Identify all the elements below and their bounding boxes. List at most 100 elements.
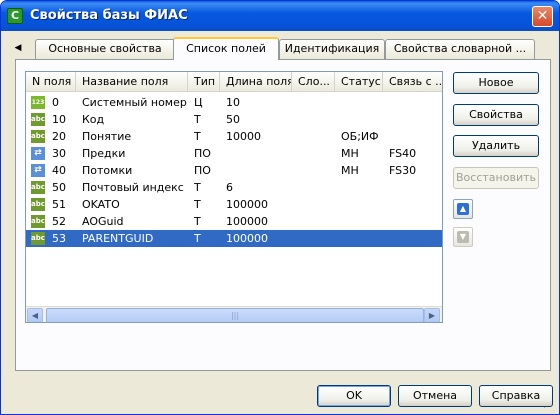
- table-row[interactable]: 123 0 Системный номер Ц 10: [26, 94, 442, 111]
- fields-list[interactable]: N поля Название поля Тип Длина поля Сло.…: [25, 71, 443, 323]
- column-header-slo[interactable]: Сло...: [292, 72, 335, 92]
- cell-status: МН: [341, 164, 359, 177]
- number-type-icon: 123: [31, 96, 45, 109]
- properties-button[interactable]: Свойства: [453, 104, 539, 126]
- cell-number: 20: [52, 130, 66, 143]
- cell-name: OKATO: [82, 198, 120, 211]
- cell-status: [341, 111, 383, 128]
- cell-link: [389, 128, 442, 145]
- cell-status: МН: [341, 147, 359, 160]
- cell-type: ПО: [194, 147, 211, 160]
- cell-name: Код: [82, 113, 105, 126]
- cell-status: [341, 230, 383, 247]
- cell-slo: [298, 145, 335, 162]
- cell-link: [389, 230, 442, 247]
- cell-name: AOGuid: [82, 215, 124, 228]
- cell-length: 100000: [226, 232, 268, 245]
- table-row[interactable]: ⇄ 30 Предки ПО МН FS40: [26, 145, 442, 162]
- cancel-button[interactable]: Отмена: [398, 385, 472, 407]
- tab-field-list[interactable]: Список полей: [173, 37, 279, 60]
- cell-name: Почтовый индекс: [82, 181, 184, 194]
- cell-name: Системный номер: [82, 96, 187, 109]
- column-header-link[interactable]: Связь с ...: [383, 72, 442, 92]
- cell-type: Т: [194, 181, 201, 194]
- cell-slo: [298, 230, 335, 247]
- table-row[interactable]: abc 20 Понятие Т 10000 ОБ;ИФ: [26, 128, 442, 145]
- restore-button: Восстановить: [453, 167, 539, 189]
- ok-button[interactable]: OK: [317, 385, 391, 407]
- column-header-type[interactable]: Тип: [188, 72, 220, 92]
- cell-length: 50: [226, 113, 240, 126]
- cell-name: PARENTGUID: [82, 232, 154, 245]
- cell-link: [389, 196, 442, 213]
- scroll-thumb[interactable]: |||: [46, 308, 424, 322]
- close-button[interactable]: ✕: [532, 6, 553, 27]
- column-header-status[interactable]: Статус: [335, 72, 383, 92]
- table-row[interactable]: ⇄ 40 Потомки ПО МН FS30: [26, 162, 442, 179]
- cell-status: [341, 179, 383, 196]
- text-type-icon: abc: [31, 130, 45, 143]
- cell-link: FS30: [389, 164, 417, 177]
- cell-type: Т: [194, 130, 201, 143]
- cell-name: Предки: [82, 147, 126, 160]
- cell-slo: [298, 162, 335, 179]
- cell-name: Понятие: [82, 130, 132, 143]
- cell-link: [389, 111, 442, 128]
- table-row[interactable]: abc 50 Почтовый индекс Т 6: [26, 179, 442, 196]
- arrow-up-icon: ▲: [457, 203, 469, 215]
- cell-type: Т: [194, 232, 201, 245]
- tab-dictionary-properties[interactable]: Свойства словарной ...: [385, 39, 535, 59]
- cell-slo: [298, 94, 335, 111]
- dialog-window: C Свойства базы ФИАС ✕ ◀ Основные свойст…: [0, 0, 560, 415]
- cell-slo: [298, 196, 335, 213]
- cell-slo: [298, 213, 335, 230]
- cell-link: [389, 94, 442, 111]
- cell-status: [341, 196, 383, 213]
- tab-main-properties[interactable]: Основные свойства: [35, 39, 175, 59]
- cell-number: 52: [52, 215, 66, 228]
- move-down-button: ▼: [453, 227, 473, 247]
- arrow-down-icon: ▼: [457, 231, 469, 243]
- cell-slo: [298, 179, 335, 196]
- horizontal-scrollbar[interactable]: ◀ ||| ▶: [26, 306, 442, 322]
- cell-number: 0: [52, 96, 59, 109]
- new-button[interactable]: Новое: [453, 72, 539, 94]
- table-row[interactable]: abc 51 OKATO Т 100000: [26, 196, 442, 213]
- title-bar[interactable]: C Свойства базы ФИАС ✕: [1, 1, 559, 31]
- table-row[interactable]: abc 52 AOGuid Т 100000: [26, 213, 442, 230]
- column-header-name[interactable]: Название поля: [76, 72, 188, 92]
- table-row[interactable]: abc 10 Код Т 50: [26, 111, 442, 128]
- scroll-left-icon[interactable]: ◀: [27, 308, 43, 322]
- cell-name: Потомки: [82, 164, 133, 177]
- move-up-button[interactable]: ▲: [453, 199, 473, 219]
- text-type-icon: abc: [31, 198, 45, 211]
- cell-number: 30: [52, 147, 66, 160]
- cell-slo: [298, 128, 335, 145]
- help-button[interactable]: Справка: [479, 385, 553, 407]
- text-type-icon: abc: [31, 113, 45, 126]
- cell-length: 10: [226, 96, 240, 109]
- cell-number: 10: [52, 113, 66, 126]
- scroll-right-icon[interactable]: ▶: [424, 308, 440, 322]
- table-row[interactable]: abc 53 PARENTGUID Т 100000: [26, 230, 442, 247]
- column-header-number[interactable]: N поля: [26, 72, 76, 92]
- cell-length: 100000: [226, 198, 268, 211]
- cell-length: 6: [226, 181, 233, 194]
- cell-number: 51: [52, 198, 66, 211]
- app-icon: C: [7, 8, 23, 24]
- cell-length: 100000: [226, 215, 268, 228]
- cell-length: [226, 162, 292, 179]
- tab-identification[interactable]: Идентификация: [279, 39, 385, 59]
- text-type-icon: abc: [31, 181, 45, 194]
- cell-length: 10000: [226, 130, 261, 143]
- cell-type: Т: [194, 198, 201, 211]
- tab-scroll-left-icon[interactable]: ◀: [9, 40, 27, 56]
- cell-status: [341, 213, 383, 230]
- link-type-icon: ⇄: [31, 164, 45, 177]
- column-header-length[interactable]: Длина поля: [220, 72, 292, 92]
- cell-number: 50: [52, 181, 66, 194]
- window-title: Свойства базы ФИАС: [30, 8, 188, 23]
- cell-number: 40: [52, 164, 66, 177]
- delete-button[interactable]: Удалить: [453, 135, 539, 157]
- list-header: N поля Название поля Тип Длина поля Сло.…: [26, 72, 442, 92]
